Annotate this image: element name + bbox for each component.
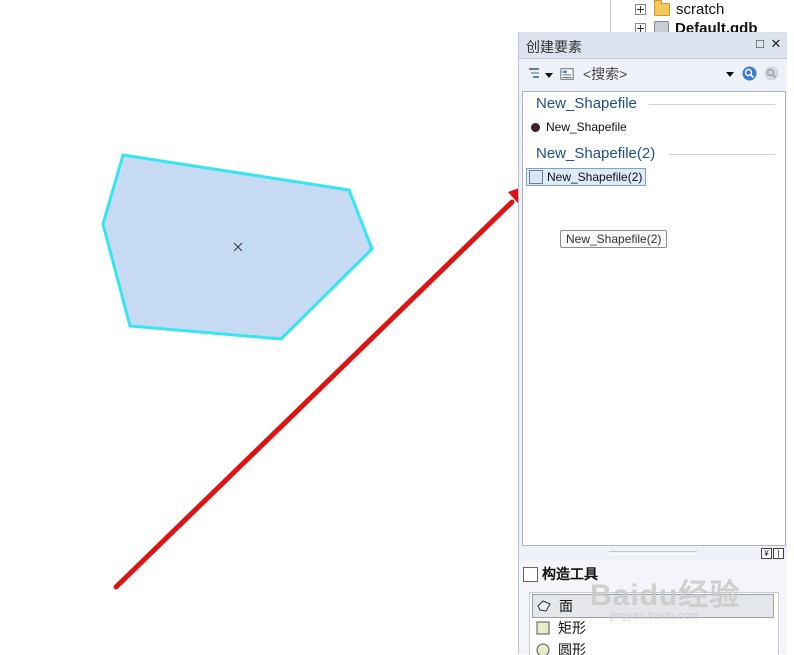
group-name: New_Shapefile(2) [536, 145, 656, 162]
adjacent-window-edge [786, 32, 794, 654]
create-features-toolbar: <搜索> [519, 59, 787, 89]
tool-label: 矩形 [558, 620, 586, 636]
tree-item-default-gdb[interactable]: Default.gdb [635, 20, 758, 32]
group-name: New_Shapefile [536, 95, 637, 112]
tree-item-scratch[interactable]: scratch [635, 0, 725, 18]
tool-label: 面 [559, 598, 573, 614]
filter-dropdown-arrow-icon[interactable] [545, 73, 553, 78]
template-item-new-shapefile[interactable]: New_Shapefile [531, 120, 627, 134]
construction-tools-list[interactable]: 面 矩形 圆形 [529, 592, 779, 655]
construction-tools-header: 构造工具 [523, 564, 598, 584]
construction-tools-title: 构造工具 [542, 566, 598, 582]
template-search-input[interactable]: <搜索> [583, 65, 733, 83]
tree-item-label: scratch [676, 0, 725, 18]
search-dropdown-arrow-icon[interactable] [726, 72, 734, 77]
geodatabase-icon [654, 20, 669, 32]
feature-templates-list[interactable]: New_Shapefile New_Shapefile New_Shapefil… [522, 91, 786, 546]
template-group-header: New_Shapefile [536, 95, 637, 112]
folder-icon [654, 0, 670, 16]
construction-tools-pane: 构造工具 面 矩形 圆形 [519, 560, 787, 655]
circle-tool-icon [536, 643, 550, 655]
tool-label: 圆形 [558, 642, 586, 655]
tree-item-label: Default.gdb [675, 19, 758, 33]
template-label: New_Shapefile [546, 120, 627, 134]
panel-title-bar[interactable]: 创建要素 □ ✕ [519, 32, 787, 59]
tool-circle[interactable]: 圆形 [532, 639, 772, 655]
maximize-icon[interactable]: □ [753, 36, 767, 52]
tool-rectangle[interactable]: 矩形 [532, 617, 772, 639]
tool-polygon[interactable]: 面 [532, 594, 774, 618]
splitter-grip[interactable] [609, 551, 697, 555]
template-item-new-shapefile-2[interactable]: New_Shapefile(2) [526, 168, 647, 186]
expand-icon[interactable] [635, 22, 646, 32]
group-divider [669, 154, 775, 155]
point-symbol-icon [531, 122, 540, 132]
polygon-tool-icon [537, 600, 551, 612]
catalog-tree: scratch Default.gdb [610, 0, 794, 32]
group-divider [649, 104, 775, 105]
construction-tools-icon [523, 566, 538, 582]
filter-icon[interactable] [528, 67, 542, 81]
panel-title: 创建要素 [526, 39, 582, 55]
template-tooltip: New_Shapefile(2) [560, 230, 668, 248]
rectangle-tool-icon [536, 621, 550, 635]
search-icon[interactable] [742, 66, 757, 81]
expand-icon[interactable] [635, 3, 646, 15]
create-features-panel: 创建要素 □ ✕ <搜索> New_Shapefile New_Shapefil… [518, 32, 787, 655]
collapse-down-icon[interactable]: ¥ [761, 548, 772, 559]
organize-templates-icon[interactable] [560, 67, 574, 81]
panel-splitter[interactable]: ¥ | [519, 546, 787, 560]
polygon-symbol-icon [529, 170, 543, 184]
collapse-pane-icon[interactable]: | [773, 548, 784, 559]
close-icon[interactable]: ✕ [769, 36, 783, 52]
template-label: New_Shapefile(2) [547, 170, 643, 184]
clear-search-icon[interactable] [764, 66, 779, 81]
template-group-header: New_Shapefile(2) [536, 145, 655, 162]
